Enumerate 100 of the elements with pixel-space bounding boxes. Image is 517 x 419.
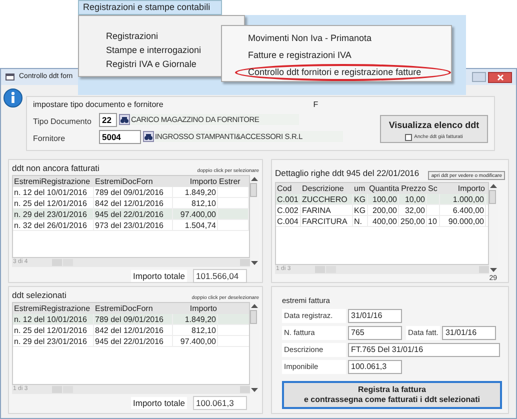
menu-item[interactable]: Stampe e interrogazioni [106, 45, 202, 55]
column-header[interactable]: EstremiRegistrazione [13, 176, 94, 187]
scroll-thumb[interactable] [489, 190, 496, 204]
table-cell: n. 25 del 12/01/2016 [13, 198, 94, 208]
binoculars-icon [144, 132, 153, 140]
table-cell: n. 29 del 23/01/2016 [13, 336, 94, 346]
window-icon [5, 72, 15, 82]
table-cell: 250,00 [399, 216, 427, 226]
info-icon [3, 88, 23, 108]
table-row[interactable]: n. 29 del 23/01/2016 945 del 22/01/2016 97.400,00 [13, 336, 249, 347]
scroll-right-button[interactable] [240, 259, 250, 266]
column-header[interactable]: Sc [427, 183, 440, 194]
scroll-thumb[interactable] [250, 310, 257, 324]
table-cell: 842 del 12/01/2016 [94, 325, 173, 335]
table-cell: 789 del 09/01/2016 [94, 187, 173, 197]
table-cell: 97.400,00 [173, 209, 218, 219]
total-field: 101.566,04 [193, 269, 247, 283]
scroll-down-icon [250, 259, 259, 267]
table-cell: n. 32 del 26/01/2016 [13, 220, 94, 230]
table-cell: n. 12 del 10/01/2016 [13, 187, 94, 197]
column-header[interactable]: Quantita [368, 183, 399, 194]
column-header[interactable]: Cod [276, 183, 301, 194]
table-row[interactable]: n. 25 del 12/01/2016 842 del 12/01/2016 812,10 [13, 325, 249, 336]
table-row[interactable]: n. 12 del 10/01/2016 789 del 09/01/2016 1.849,20 [13, 314, 249, 325]
table-cell: 945 del 22/01/2016 [94, 336, 173, 346]
scroll-up-icon [250, 302, 259, 310]
total-field: 100.061,3 [193, 396, 247, 410]
search-button[interactable] [119, 114, 130, 125]
table-cell: n. 29 del 23/01/2016 [13, 209, 94, 219]
table-cell: ZUCCHERO [301, 194, 353, 204]
table-cell: 945 del 22/01/2016 [94, 209, 173, 219]
scroll-left-button[interactable] [52, 386, 62, 393]
column-header[interactable]: um [353, 183, 368, 194]
field-label: Fornitore [33, 134, 66, 142]
scroll-up-icon [250, 175, 259, 183]
menu-item[interactable]: Controllo ddt fornitori e registrazione fatture [235, 64, 451, 81]
column-header[interactable]: Descrizione [301, 183, 353, 194]
input-field[interactable]: 100.061,3 [348, 360, 402, 374]
search-button[interactable] [143, 131, 154, 142]
input-field[interactable]: 765 [348, 326, 402, 340]
scroll-right-button[interactable] [240, 386, 250, 393]
table-row[interactable]: n. 25 del 12/01/2016 842 del 12/01/2016 812,10 [13, 198, 249, 209]
table-row[interactable]: n. 32 del 26/01/2016 973 del 23/01/2016 1.504,74 [13, 220, 249, 231]
table-cell: C.001 [276, 194, 301, 204]
code-field[interactable]: 22 [99, 112, 117, 126]
table-cell: 6.400,00 [440, 205, 486, 215]
column-header[interactable]: Importo [173, 176, 218, 187]
table-cell: FARINA [301, 205, 353, 215]
table-row[interactable]: C.004 FARCITURA N. 400,00 250,00 10 90.000,00 [276, 216, 488, 227]
menu-item[interactable]: Registrazioni [106, 31, 158, 41]
code-field[interactable]: 5004 [99, 130, 141, 144]
input-field[interactable]: FT.765 Del 31/01/16 [348, 342, 500, 356]
column-header[interactable]: Importo [440, 183, 486, 194]
table-cell: 1.504,74 [173, 220, 218, 230]
table-cell: 200,00 [368, 205, 399, 215]
panel-title: ddt non ancora fatturati [12, 162, 100, 175]
scroll-left-button[interactable] [315, 266, 325, 273]
column-header[interactable]: Prezzo [399, 183, 427, 194]
table-cell: 400,00 [368, 216, 399, 226]
scroll-thumb[interactable] [326, 266, 336, 273]
column-header[interactable]: Estrer [218, 176, 249, 187]
table-cell: N. [353, 216, 368, 226]
menu-item[interactable]: Movimenti Non Iva - Primanota [248, 30, 451, 47]
table-cell: KG [353, 194, 368, 204]
table-row[interactable]: n. 29 del 23/01/2016 945 del 22/01/2016 97.400,00 [13, 209, 249, 220]
table-cell: 1.000,00 [440, 194, 486, 204]
table-row[interactable]: C.001 ZUCCHERO KG 100,00 10,00 1.000,00 [276, 194, 488, 205]
column-header[interactable]: EstremiDocForn [94, 176, 173, 187]
column-header[interactable]: EstremiDocForn [94, 303, 173, 314]
close-button[interactable] [488, 72, 512, 82]
table-row[interactable]: C.002 FARINA KG 200,00 32,00 6.400,00 [276, 205, 488, 216]
table-cell: 10,00 [399, 194, 427, 204]
scroll-thumb[interactable] [63, 386, 73, 393]
table-cell: KG [353, 205, 368, 215]
column-header[interactable]: EstremiRegistrazione [13, 303, 94, 314]
input-field[interactable]: 31/01/16 [442, 326, 496, 340]
checkbox[interactable] [405, 134, 412, 141]
flag-label: F [313, 99, 318, 110]
total-label: Importo totale [131, 270, 187, 282]
table-cell: 97.400,00 [173, 336, 218, 346]
menu-title[interactable]: Registrazioni e stampe contabili [78, 0, 222, 15]
column-header[interactable]: Importo [173, 303, 218, 314]
section-caption: impostare tipo documento e fornitore [33, 99, 164, 110]
table-cell: 1.849,20 [173, 314, 218, 324]
scroll-left-button[interactable] [52, 259, 62, 266]
input-field[interactable]: 31/01/16 [348, 308, 402, 322]
menu-item[interactable]: Registri IVA e Giornale [106, 59, 196, 69]
scroll-down-icon [489, 266, 498, 274]
menu-item[interactable]: Fatture e registrazioni IVA [248, 47, 451, 64]
table-cell: 812,10 [173, 325, 218, 335]
maximize-button[interactable] [472, 72, 486, 82]
table-row[interactable]: n. 12 del 10/01/2016 789 del 09/01/2016 1.849,20 [13, 187, 249, 198]
scroll-thumb[interactable] [63, 259, 73, 266]
scroll-right-button[interactable] [479, 266, 489, 273]
register-button[interactable]: Registra la fattura e contrassegna come fatturati i ddt selezionati [282, 381, 502, 409]
close-icon [496, 74, 504, 80]
table-cell: 1.849,20 [173, 187, 218, 197]
scroll-thumb[interactable] [250, 183, 257, 197]
table-cell: 789 del 09/01/2016 [94, 314, 173, 324]
table-cell: 842 del 12/01/2016 [94, 198, 173, 208]
